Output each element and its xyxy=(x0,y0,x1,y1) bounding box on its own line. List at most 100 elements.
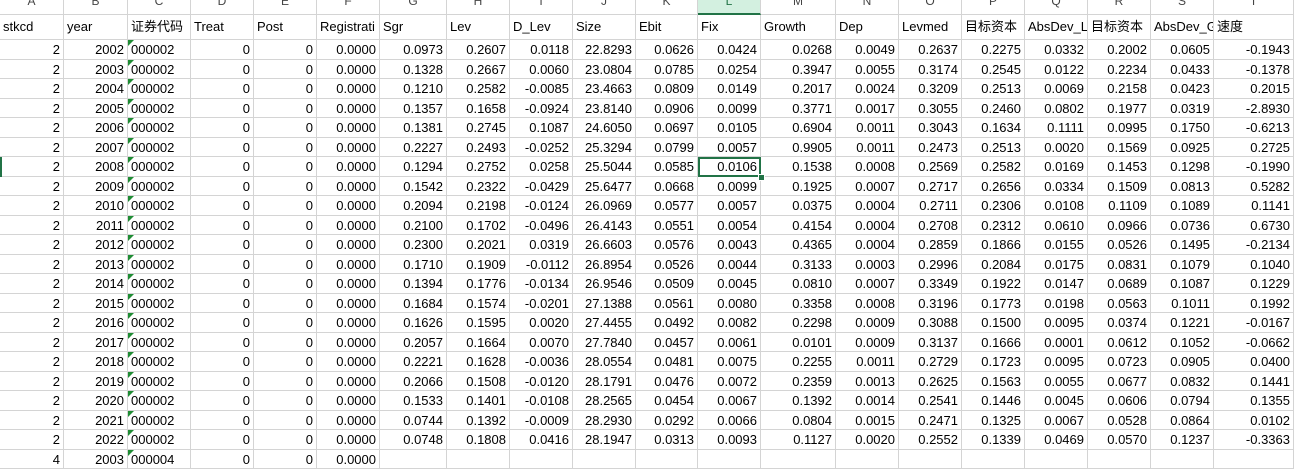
table-cell[interactable]: 0.2255 xyxy=(761,352,836,372)
table-cell[interactable]: 0.0044 xyxy=(698,255,761,275)
table-cell[interactable]: 0.1628 xyxy=(447,352,510,372)
table-cell[interactable]: 0.0000 xyxy=(317,216,380,236)
table-cell[interactable]: 0.0374 xyxy=(1088,313,1151,333)
table-cell[interactable]: 0 xyxy=(191,118,254,138)
table-cell[interactable]: 2021 xyxy=(64,411,128,431)
table-cell[interactable]: 0.0334 xyxy=(1025,177,1088,197)
table-cell[interactable]: 0.0066 xyxy=(698,411,761,431)
table-cell[interactable]: 2008 xyxy=(64,157,128,177)
table-cell[interactable]: 23.4663 xyxy=(573,79,636,99)
table-cell[interactable] xyxy=(636,450,698,469)
table-cell[interactable]: 0.1992 xyxy=(1214,294,1294,314)
table-cell[interactable] xyxy=(510,450,573,469)
table-cell[interactable]: -0.0112 xyxy=(510,255,573,275)
table-cell[interactable]: 000002 xyxy=(128,411,191,431)
table-cell[interactable]: 2007 xyxy=(64,138,128,158)
table-cell[interactable]: 25.3294 xyxy=(573,138,636,158)
table-cell[interactable]: 0.0045 xyxy=(1025,391,1088,411)
table-cell[interactable]: 0.0011 xyxy=(836,118,899,138)
column-header-k[interactable]: K xyxy=(636,0,698,15)
table-cell[interactable]: 0.0001 xyxy=(1025,333,1088,353)
table-cell[interactable]: -0.0009 xyxy=(510,411,573,431)
table-cell[interactable]: 0.0626 xyxy=(636,40,698,60)
table-cell[interactable]: 0.0268 xyxy=(761,40,836,60)
table-cell[interactable]: 0 xyxy=(254,99,317,119)
table-cell[interactable]: 0.0095 xyxy=(1025,352,1088,372)
table-cell[interactable] xyxy=(1214,450,1294,469)
table-cell[interactable]: 0.1355 xyxy=(1214,391,1294,411)
table-cell[interactable]: 000002 xyxy=(128,430,191,450)
table-cell[interactable]: 000002 xyxy=(128,177,191,197)
table-cell[interactable]: 0.1294 xyxy=(380,157,447,177)
table-cell[interactable] xyxy=(1151,450,1214,469)
table-cell[interactable]: 2009 xyxy=(64,177,128,197)
table-cell[interactable]: 0.1723 xyxy=(962,352,1025,372)
table-cell[interactable]: 000002 xyxy=(128,118,191,138)
table-cell[interactable]: 0 xyxy=(191,450,254,469)
table-cell[interactable]: 0 xyxy=(191,352,254,372)
table-cell[interactable]: 0 xyxy=(254,255,317,275)
table-cell[interactable]: 0 xyxy=(191,99,254,119)
table-cell[interactable]: 0.0024 xyxy=(836,79,899,99)
table-cell[interactable]: 0 xyxy=(191,391,254,411)
table-cell[interactable]: 0 xyxy=(191,40,254,60)
table-cell[interactable]: 0.1446 xyxy=(962,391,1025,411)
table-cell[interactable]: 0.0799 xyxy=(636,138,698,158)
table-cell[interactable]: -0.6213 xyxy=(1214,118,1294,138)
table-cell[interactable]: 000002 xyxy=(128,391,191,411)
header-cell[interactable]: 目标资本 xyxy=(1088,15,1151,40)
table-cell[interactable]: 0.0011 xyxy=(836,138,899,158)
table-cell[interactable]: 0.0067 xyxy=(1025,411,1088,431)
table-cell[interactable]: 0.0966 xyxy=(1088,216,1151,236)
column-header-e[interactable]: E xyxy=(254,0,317,15)
table-cell[interactable]: 0.0332 xyxy=(1025,40,1088,60)
table-cell[interactable]: 0.2015 xyxy=(1214,79,1294,99)
table-cell[interactable]: 000004 xyxy=(128,450,191,469)
table-cell[interactable]: 0.1542 xyxy=(380,177,447,197)
table-cell[interactable]: 0.0000 xyxy=(317,274,380,294)
table-cell[interactable]: 0.1394 xyxy=(380,274,447,294)
table-cell[interactable]: 2018 xyxy=(64,352,128,372)
table-cell[interactable]: 0.0045 xyxy=(698,274,761,294)
table-cell[interactable]: 0.0585 xyxy=(636,157,698,177)
table-cell[interactable]: 0.2513 xyxy=(962,79,1025,99)
table-cell[interactable]: 0.5282 xyxy=(1214,177,1294,197)
table-cell[interactable]: 0.3358 xyxy=(761,294,836,314)
table-cell[interactable]: 0.1977 xyxy=(1088,99,1151,119)
table-cell[interactable]: 0.2322 xyxy=(447,177,510,197)
table-cell[interactable]: -0.0201 xyxy=(510,294,573,314)
table-cell[interactable]: 0.2017 xyxy=(761,79,836,99)
table-cell[interactable]: -0.0085 xyxy=(510,79,573,99)
table-cell[interactable]: 28.0554 xyxy=(573,352,636,372)
table-cell[interactable]: 0.4154 xyxy=(761,216,836,236)
table-cell[interactable]: 0.0070 xyxy=(510,333,573,353)
table-cell[interactable]: 0.0000 xyxy=(317,157,380,177)
table-cell[interactable]: 0.0000 xyxy=(317,313,380,333)
table-cell[interactable]: 0.1666 xyxy=(962,333,1025,353)
column-header-q[interactable]: Q xyxy=(1025,0,1088,15)
table-cell[interactable]: 000002 xyxy=(128,294,191,314)
table-cell[interactable]: 0.3209 xyxy=(899,79,962,99)
header-cell[interactable]: Levmed xyxy=(899,15,962,40)
table-cell[interactable]: 23.0804 xyxy=(573,60,636,80)
header-cell[interactable]: Dep xyxy=(836,15,899,40)
table-cell[interactable]: 0.2100 xyxy=(380,216,447,236)
table-cell[interactable]: 26.9546 xyxy=(573,274,636,294)
table-cell[interactable]: 0.2002 xyxy=(1088,40,1151,60)
table-cell[interactable]: 0.3043 xyxy=(899,118,962,138)
table-cell[interactable]: 0.1574 xyxy=(447,294,510,314)
table-cell[interactable]: 0 xyxy=(191,313,254,333)
table-cell[interactable]: 0.0000 xyxy=(317,196,380,216)
table-cell[interactable]: 0.0175 xyxy=(1025,255,1088,275)
table-cell[interactable]: 0.1079 xyxy=(1151,255,1214,275)
table-cell[interactable] xyxy=(899,450,962,469)
table-cell[interactable]: 0.1500 xyxy=(962,313,1025,333)
table-cell[interactable] xyxy=(698,450,761,469)
header-cell[interactable]: D_Lev xyxy=(510,15,573,40)
table-cell[interactable] xyxy=(1088,450,1151,469)
table-cell[interactable]: -0.3363 xyxy=(1214,430,1294,450)
table-cell[interactable]: 0.2057 xyxy=(380,333,447,353)
table-cell[interactable]: 0.1866 xyxy=(962,235,1025,255)
table-cell[interactable]: 0.0101 xyxy=(761,333,836,353)
table-cell[interactable]: 2 xyxy=(0,372,64,392)
